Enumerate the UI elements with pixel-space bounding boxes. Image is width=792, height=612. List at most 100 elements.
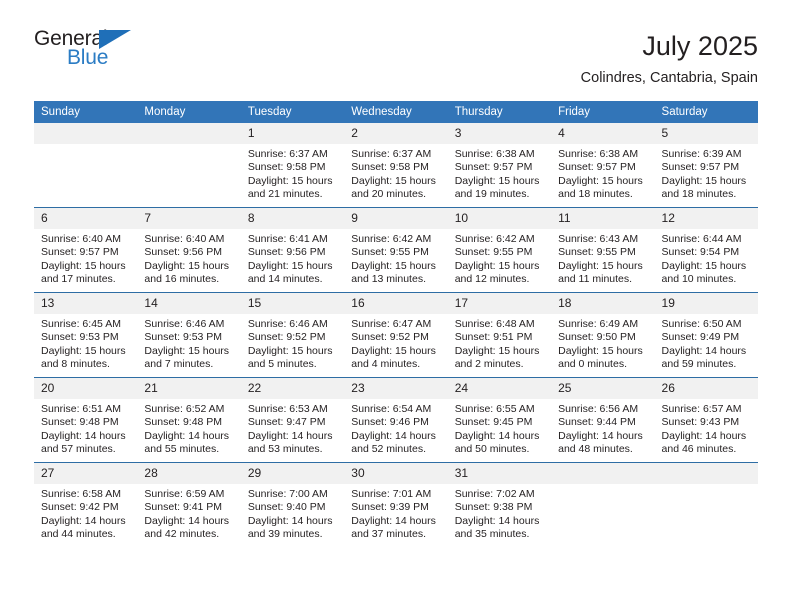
sunset-text: Sunset: 9:57 PM — [41, 246, 119, 259]
sunrise-text: Sunrise: 6:42 AM — [351, 233, 432, 245]
day-cell-inner: 20 Sunrise: 6:51 AM Sunset: 9:48 PM Dayligh… — [34, 378, 138, 462]
daylight-text: and 19 minutes. — [454, 188, 530, 201]
sunset-text: Sunset: 9:47 PM — [247, 416, 326, 429]
day-cell-inner: 16 Sunrise: 6:47 AM Sunset: 9:52 PM Dayligh… — [344, 293, 448, 377]
day-number: 9 — [344, 208, 448, 229]
calendar-day-cell[interactable]: 1 Sunrise: 6:37 AM Sunset: 9:58 PM Daylight… — [240, 123, 345, 208]
page-header: General Blue July 2025 Colindres, Cantab… — [34, 28, 758, 90]
daylight-text: and 52 minutes. — [351, 443, 426, 456]
daylight-text: and 16 minutes. — [144, 273, 220, 286]
calendar-week-row: 13 Sunrise: 6:45 AM Sunset: 9:53 PM Dayligh… — [34, 292, 758, 378]
calendar-day-cell[interactable]: 20 Sunrise: 6:51 AM Sunset: 9:48 PM Dayligh… — [34, 377, 138, 463]
calendar-day-cell[interactable]: 15 Sunrise: 6:46 AM Sunset: 9:52 PM Dayligh… — [240, 292, 345, 378]
daylight-text: Daylight: 15 hours — [247, 344, 333, 357]
day-cell-inner: 26 Sunrise: 6:57 AM Sunset: 9:43 PM Dayligh… — [654, 378, 758, 462]
calendar-day-cell[interactable]: 17 Sunrise: 6:48 AM Sunset: 9:51 PM Dayligh… — [447, 292, 552, 378]
day-number: 19 — [654, 293, 758, 314]
calendar-day-cell[interactable]: 4 Sunrise: 6:38 AM Sunset: 9:57 PM Daylight… — [551, 123, 655, 208]
day-cell-inner: 5 Sunrise: 6:39 AM Sunset: 9:57 PM Daylight… — [654, 123, 758, 207]
day-number: 6 — [34, 208, 138, 229]
day-number: 31 — [447, 463, 552, 484]
daylight-text: and 7 minutes. — [144, 358, 214, 371]
day-number: 22 — [240, 378, 345, 399]
calendar-day-cell[interactable]: 13 Sunrise: 6:45 AM Sunset: 9:53 PM Dayligh… — [34, 292, 138, 378]
daylight-text: and 35 minutes. — [454, 528, 530, 541]
calendar-day-cell[interactable]: 14 Sunrise: 6:46 AM Sunset: 9:53 PM Dayligh… — [137, 292, 241, 378]
sunset-text: Sunset: 9:41 PM — [144, 501, 223, 514]
calendar-day-cell[interactable]: 10 Sunrise: 6:42 AM Sunset: 9:55 PM Dayligh… — [447, 207, 552, 293]
calendar-day-cell[interactable]: 24 Sunrise: 6:55 AM Sunset: 9:45 PM Dayligh… — [447, 377, 552, 463]
sunrise-text: Sunrise: 6:41 AM — [247, 233, 328, 245]
day-details: Sunrise: 6:42 AM Sunset: 9:55 PM Daylight:… — [344, 229, 447, 287]
sunset-text: Sunset: 9:44 PM — [558, 416, 636, 429]
calendar-day-cell[interactable]: 3 Sunrise: 6:38 AM Sunset: 9:57 PM Daylight… — [447, 123, 552, 208]
sunset-text: Sunset: 9:54 PM — [661, 246, 740, 259]
day-number: 25 — [551, 378, 655, 399]
day-number: 27 — [34, 463, 138, 484]
day-number: 16 — [344, 293, 448, 314]
calendar-day-cell[interactable]: 11 Sunrise: 6:43 AM Sunset: 9:55 PM Dayligh… — [551, 207, 655, 293]
calendar-day-cell[interactable]: 7 Sunrise: 6:40 AM Sunset: 9:56 PM Daylight… — [137, 207, 241, 293]
calendar-day-cell[interactable]: 8 Sunrise: 6:41 AM Sunset: 9:56 PM Daylight… — [240, 207, 345, 293]
day-cell-inner: 13 Sunrise: 6:45 AM Sunset: 9:53 PM Dayligh… — [34, 293, 138, 377]
sunset-text: Sunset: 9:53 PM — [41, 331, 119, 344]
calendar-day-cell[interactable]: 16 Sunrise: 6:47 AM Sunset: 9:52 PM Dayligh… — [344, 292, 448, 378]
day-details: Sunrise: 6:48 AM Sunset: 9:51 PM Daylight:… — [448, 314, 551, 372]
sunrise-text: Sunrise: 6:49 AM — [558, 318, 639, 330]
day-details: Sunrise: 6:44 AM Sunset: 9:54 PM Daylight:… — [655, 229, 758, 287]
sunrise-text: Sunrise: 7:02 AM — [454, 488, 535, 500]
calendar-day-cell[interactable]: 21 Sunrise: 6:52 AM Sunset: 9:48 PM Dayligh… — [137, 377, 241, 463]
daylight-text: Daylight: 15 hours — [558, 259, 643, 272]
calendar-day-cell-empty — [654, 462, 758, 547]
sunrise-text: Sunrise: 7:01 AM — [351, 488, 432, 500]
day-details: Sunrise: 6:55 AM Sunset: 9:45 PM Daylight:… — [448, 399, 551, 457]
day-number: 10 — [447, 208, 552, 229]
daylight-text: Daylight: 15 hours — [144, 344, 230, 357]
daylight-text: Daylight: 14 hours — [247, 429, 333, 442]
brand-logo[interactable]: General Blue — [34, 28, 146, 74]
calendar-day-cell[interactable]: 31 Sunrise: 7:02 AM Sunset: 9:38 PM Dayligh… — [447, 462, 552, 547]
daylight-text: and 5 minutes. — [247, 358, 317, 371]
sunrise-text: Sunrise: 6:53 AM — [247, 403, 328, 415]
daylight-text: and 12 minutes. — [454, 273, 530, 286]
calendar-day-cell[interactable]: 30 Sunrise: 7:01 AM Sunset: 9:39 PM Dayligh… — [344, 462, 448, 547]
calendar-day-cell[interactable]: 12 Sunrise: 6:44 AM Sunset: 9:54 PM Dayligh… — [654, 207, 758, 293]
day-details: Sunrise: 6:50 AM Sunset: 9:49 PM Daylight:… — [655, 314, 758, 372]
calendar-day-cell[interactable]: 19 Sunrise: 6:50 AM Sunset: 9:49 PM Dayligh… — [654, 292, 758, 378]
sunrise-text: Sunrise: 6:55 AM — [454, 403, 535, 415]
calendar-day-cell[interactable]: 5 Sunrise: 6:39 AM Sunset: 9:57 PM Daylight… — [654, 123, 758, 208]
calendar-day-cell[interactable]: 22 Sunrise: 6:53 AM Sunset: 9:47 PM Dayligh… — [240, 377, 345, 463]
daylight-text: Daylight: 15 hours — [661, 174, 747, 187]
calendar-week-row: 27 Sunrise: 6:58 AM Sunset: 9:42 PM Dayligh… — [34, 462, 758, 547]
day-cell-inner: 19 Sunrise: 6:50 AM Sunset: 9:49 PM Dayligh… — [654, 293, 758, 377]
sunset-text: Sunset: 9:55 PM — [454, 246, 533, 259]
daylight-text: Daylight: 15 hours — [247, 174, 333, 187]
day-number: 17 — [447, 293, 552, 314]
day-cell-inner: 7 Sunrise: 6:40 AM Sunset: 9:56 PM Daylight… — [137, 208, 241, 292]
calendar-header-row: Sunday Monday Tuesday Wednesday Thursday Frid… — [34, 101, 758, 123]
sunset-text: Sunset: 9:57 PM — [454, 161, 533, 174]
calendar-day-cell[interactable]: 29 Sunrise: 7:00 AM Sunset: 9:40 PM Dayligh… — [240, 462, 345, 547]
calendar-day-cell[interactable]: 6 Sunrise: 6:40 AM Sunset: 9:57 PM Daylight… — [34, 207, 138, 293]
day-details: Sunrise: 6:49 AM Sunset: 9:50 PM Daylight:… — [551, 314, 654, 372]
calendar-day-cell[interactable]: 28 Sunrise: 6:59 AM Sunset: 9:41 PM Dayligh… — [137, 462, 241, 547]
sunset-text: Sunset: 9:57 PM — [558, 161, 636, 174]
day-number: 7 — [137, 208, 241, 229]
sunrise-text: Sunrise: 6:44 AM — [661, 233, 742, 245]
day-details: Sunrise: 6:42 AM Sunset: 9:55 PM Daylight:… — [448, 229, 551, 287]
sunrise-text: Sunrise: 6:59 AM — [144, 488, 225, 500]
day-number: 5 — [654, 123, 758, 144]
day-details: Sunrise: 7:01 AM Sunset: 9:39 PM Daylight:… — [344, 484, 447, 542]
calendar-day-cell[interactable]: 23 Sunrise: 6:54 AM Sunset: 9:46 PM Dayligh… — [344, 377, 448, 463]
calendar-day-cell[interactable]: 25 Sunrise: 6:56 AM Sunset: 9:44 PM Dayligh… — [551, 377, 655, 463]
calendar-day-cell[interactable]: 27 Sunrise: 6:58 AM Sunset: 9:42 PM Dayligh… — [34, 462, 138, 547]
sunrise-text: Sunrise: 6:37 AM — [247, 148, 328, 160]
sunrise-text: Sunrise: 6:42 AM — [454, 233, 535, 245]
calendar-day-cell[interactable]: 9 Sunrise: 6:42 AM Sunset: 9:55 PM Daylight… — [344, 207, 448, 293]
calendar-day-cell-empty — [137, 123, 241, 208]
daylight-text: Daylight: 14 hours — [558, 429, 643, 442]
calendar-day-cell[interactable]: 18 Sunrise: 6:49 AM Sunset: 9:50 PM Dayligh… — [551, 292, 655, 378]
day-number: 15 — [240, 293, 345, 314]
calendar-day-cell[interactable]: 26 Sunrise: 6:57 AM Sunset: 9:43 PM Dayligh… — [654, 377, 758, 463]
calendar-day-cell[interactable]: 2 Sunrise: 6:37 AM Sunset: 9:58 PM Daylight… — [344, 123, 448, 208]
